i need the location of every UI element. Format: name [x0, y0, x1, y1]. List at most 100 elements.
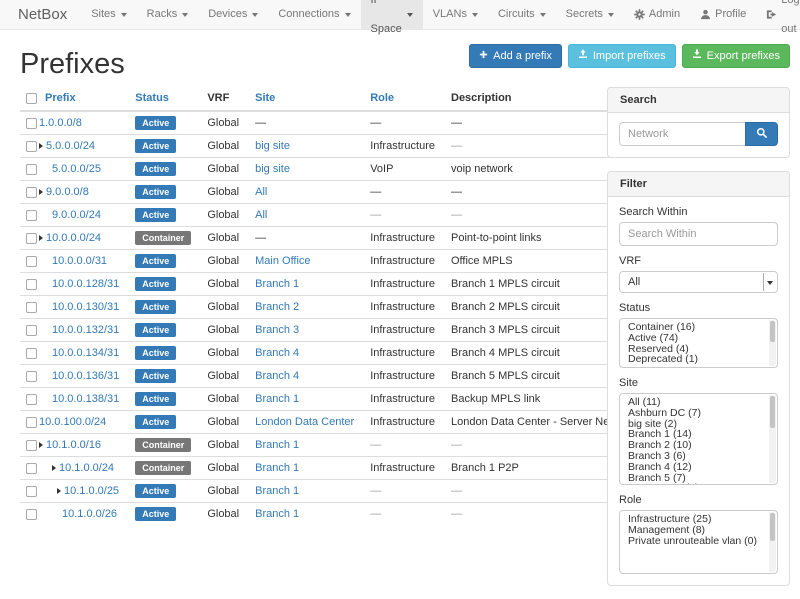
site-link[interactable]: Branch 1: [255, 462, 299, 474]
site-link[interactable]: Branch 4: [255, 370, 299, 382]
prefix-link[interactable]: 1.0.0.0/8: [39, 117, 82, 129]
row-checkbox[interactable]: [26, 233, 37, 244]
prefix-link[interactable]: 10.0.0.128/31: [52, 278, 119, 290]
listbox-option[interactable]: Active (74): [628, 333, 768, 344]
nav-link[interactable]: Secrets: [556, 0, 624, 29]
site-link[interactable]: Branch 2: [255, 301, 299, 313]
row-checkbox[interactable]: [26, 486, 37, 497]
site-link[interactable]: Branch 1: [255, 393, 299, 405]
prefix-link[interactable]: 10.1.0.0/16: [46, 439, 101, 451]
column-header-status[interactable]: Status: [127, 87, 199, 111]
site-link[interactable]: big site: [255, 163, 290, 175]
expand-caret-icon[interactable]: [52, 465, 56, 471]
listbox-option[interactable]: Private unrouteable vlan (0): [628, 536, 768, 547]
prefix-link[interactable]: 10.0.0.136/31: [52, 370, 119, 382]
prefix-link[interactable]: 10.0.100.0/24: [39, 416, 106, 428]
row-checkbox[interactable]: [26, 210, 37, 221]
listbox-option[interactable]: Deprecated (1): [628, 354, 768, 365]
row-checkbox[interactable]: [26, 279, 37, 290]
listbox-option[interactable]: Branch 4 (12): [628, 462, 768, 473]
row-checkbox[interactable]: [26, 164, 37, 175]
listbox-option[interactable]: All (11): [628, 397, 768, 408]
prefix-link[interactable]: 10.0.0.0/24: [46, 232, 101, 244]
listbox-option[interactable]: COLO-1-2A (2): [628, 483, 768, 485]
brand-logo[interactable]: NetBox: [18, 0, 67, 29]
row-checkbox[interactable]: [26, 509, 37, 520]
nav-link[interactable]: Sites: [81, 0, 136, 29]
search-input[interactable]: [619, 122, 745, 146]
import-prefixes-button[interactable]: Import prefixes: [568, 44, 676, 68]
listbox-option[interactable]: Branch 1 (14): [628, 429, 768, 440]
row-checkbox[interactable]: [26, 141, 37, 152]
row-checkbox[interactable]: [26, 187, 37, 198]
nav-link[interactable]: Devices: [198, 0, 268, 29]
site-link[interactable]: Main Office: [255, 255, 310, 267]
prefix-link[interactable]: 10.0.0.132/31: [52, 324, 119, 336]
listbox-option[interactable]: Branch 5 (7): [628, 473, 768, 484]
scrollbar[interactable]: [769, 395, 776, 483]
site-link[interactable]: Branch 3: [255, 324, 299, 336]
logout-link[interactable]: Log out: [756, 0, 800, 29]
prefix-link[interactable]: 10.0.0.134/31: [52, 347, 119, 359]
nav-link[interactable]: Connections: [268, 0, 360, 29]
nav-link[interactable]: Circuits: [488, 0, 556, 29]
prefix-link[interactable]: 5.0.0.0/25: [52, 163, 101, 175]
status-listbox[interactable]: Container (16)Active (74)Reserved (4)Dep…: [619, 318, 778, 368]
row-checkbox[interactable]: [26, 371, 37, 382]
site-link[interactable]: big site: [255, 140, 290, 152]
prefix-link[interactable]: 10.0.0.130/31: [52, 301, 119, 313]
listbox-option[interactable]: Ashburn DC (7): [628, 408, 768, 419]
listbox-option[interactable]: Management (8): [628, 525, 768, 536]
row-checkbox[interactable]: [26, 256, 37, 267]
vrf-select[interactable]: All: [619, 271, 778, 293]
profile-link[interactable]: Profile: [690, 0, 756, 29]
expand-caret-icon[interactable]: [39, 143, 43, 149]
nav-link[interactable]: IP Space: [361, 0, 423, 29]
prefix-link[interactable]: 10.0.0.138/31: [52, 393, 119, 405]
row-checkbox[interactable]: [26, 463, 37, 474]
prefix-link[interactable]: 10.1.0.0/24: [59, 462, 114, 474]
row-checkbox[interactable]: [26, 394, 37, 405]
listbox-option[interactable]: big site (2): [628, 419, 768, 430]
site-link[interactable]: London Data Center: [255, 416, 354, 428]
row-checkbox[interactable]: [26, 325, 37, 336]
expand-caret-icon[interactable]: [57, 488, 61, 494]
prefix-link[interactable]: 10.0.0.0/31: [52, 255, 107, 267]
listbox-option[interactable]: Infrastructure (25): [628, 514, 768, 525]
export-prefixes-button[interactable]: Export prefixes: [682, 44, 790, 68]
row-checkbox[interactable]: [26, 440, 37, 451]
site-link[interactable]: Branch 1: [255, 278, 299, 290]
search-button[interactable]: [745, 122, 778, 146]
row-checkbox[interactable]: [26, 348, 37, 359]
site-link[interactable]: Branch 1: [255, 508, 299, 520]
row-checkbox[interactable]: [26, 118, 37, 129]
add-prefix-button[interactable]: Add a prefix: [469, 44, 562, 68]
prefix-link[interactable]: 9.0.0.0/24: [52, 209, 101, 221]
select-all-checkbox[interactable]: [26, 93, 37, 104]
admin-link[interactable]: Admin: [624, 0, 690, 29]
column-header-role[interactable]: Role: [362, 87, 443, 111]
listbox-option[interactable]: Branch 2 (10): [628, 440, 768, 451]
site-link[interactable]: Branch 1: [255, 439, 299, 451]
listbox-option[interactable]: Branch 3 (6): [628, 451, 768, 462]
prefix-link[interactable]: 5.0.0.0/24: [46, 140, 95, 152]
scrollbar[interactable]: [769, 512, 776, 572]
prefix-link[interactable]: 9.0.0.0/8: [46, 186, 89, 198]
role-listbox[interactable]: Infrastructure (25)Management (8)Private…: [619, 510, 778, 574]
column-header-site[interactable]: Site: [247, 87, 362, 111]
scrollbar[interactable]: [769, 320, 776, 366]
site-link[interactable]: All: [255, 209, 267, 221]
listbox-option[interactable]: Container (16): [628, 322, 768, 333]
expand-caret-icon[interactable]: [39, 442, 43, 448]
row-checkbox[interactable]: [26, 417, 37, 428]
nav-link[interactable]: VLANs: [423, 0, 488, 29]
listbox-option[interactable]: Reserved (4): [628, 344, 768, 355]
search-within-input[interactable]: [619, 222, 778, 246]
site-link[interactable]: Branch 1: [255, 485, 299, 497]
site-listbox[interactable]: All (11)Ashburn DC (7)big site (2)Branch…: [619, 393, 778, 485]
prefix-link[interactable]: 10.1.0.0/25: [64, 485, 119, 497]
prefix-link[interactable]: 10.1.0.0/26: [62, 508, 117, 520]
nav-link[interactable]: Racks: [137, 0, 199, 29]
column-header-prefix[interactable]: Prefix: [37, 87, 127, 111]
site-link[interactable]: Branch 4: [255, 347, 299, 359]
